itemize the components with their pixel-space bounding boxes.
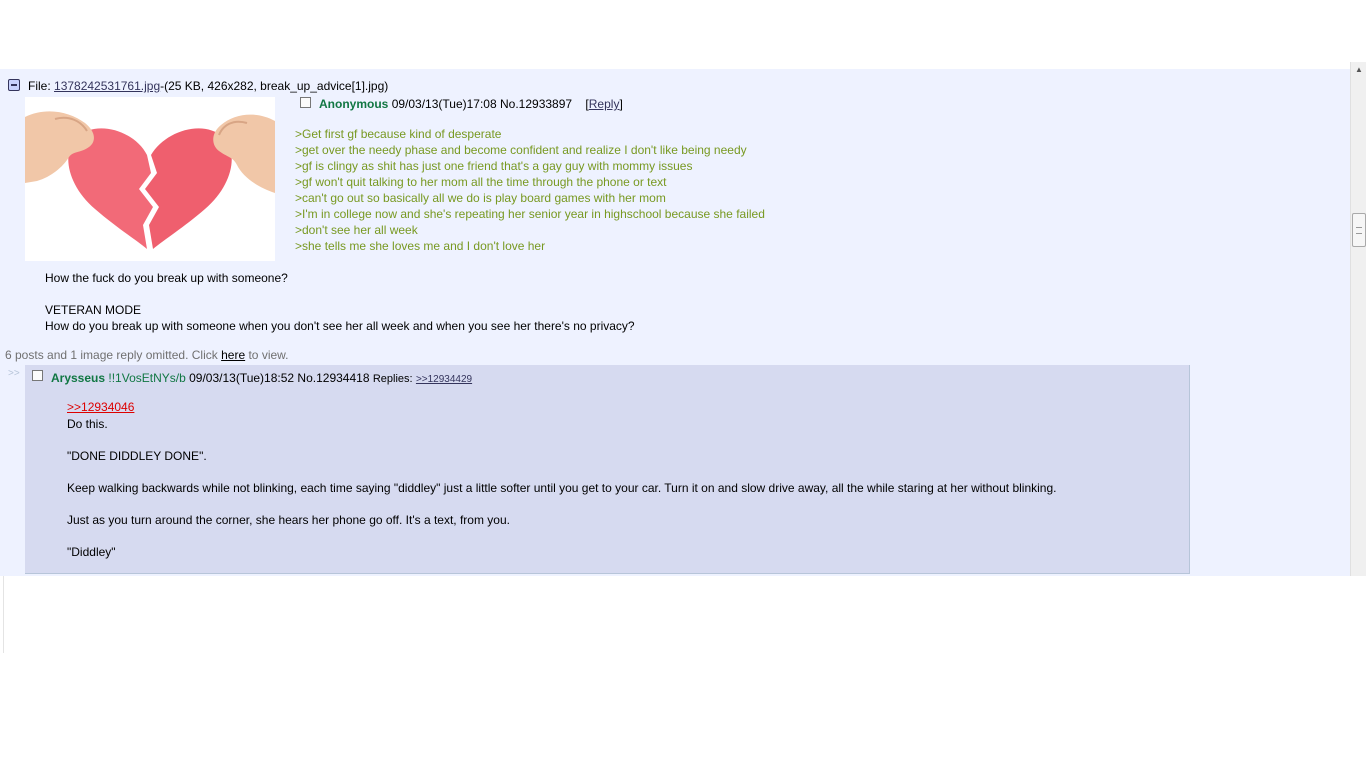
omitted-text-end: to view. xyxy=(245,348,289,362)
reply-post xyxy=(25,365,1190,574)
greentext-line: >get over the needy phase and become con… xyxy=(295,143,747,157)
reply-line: Keep walking backwards while not blinkin… xyxy=(67,481,1057,495)
reply-link[interactable]: Reply xyxy=(589,97,620,111)
backlink[interactable]: >>12934429 xyxy=(416,374,472,385)
reply-close-bracket: ] xyxy=(619,97,623,111)
greentext-line: >can't go out so basically all we do is … xyxy=(295,191,666,205)
file-label: File: xyxy=(28,79,55,93)
op-post-header: Anonymous 09/03/13(Tue)17:08 No.12933897… xyxy=(319,97,623,111)
expand-thread-link[interactable]: here xyxy=(221,348,245,362)
op-veteran-mode: VETERAN MODE xyxy=(45,303,142,317)
file-link[interactable]: 1378242531761.jpg xyxy=(54,79,160,93)
lower-blank-area xyxy=(3,576,1366,653)
omitted-posts-notice: 6 posts and 1 image reply omitted. Click… xyxy=(5,348,289,362)
post-datetime: 09/03/13(Tue)18:52 xyxy=(189,371,295,385)
reply-side-arrows: >> xyxy=(8,368,20,379)
op-question: How the fuck do you break up with someon… xyxy=(45,271,288,285)
reply-post-header: Arysseus !!1VosEtNYs/b 09/03/13(Tue)18:5… xyxy=(51,371,472,385)
quote-link[interactable]: >>12934046 xyxy=(67,400,134,414)
reply-line: "DONE DIDDLEY DONE". xyxy=(67,449,207,463)
tripcode: !!1VosEtNYs/b xyxy=(105,371,186,385)
broken-heart-thumbnail[interactable] xyxy=(25,97,275,261)
file-info: File: 1378242531761.jpg-(25 KB, 426x282,… xyxy=(28,79,388,93)
replies-label: Replies: xyxy=(372,373,413,385)
greentext-block: >Get first gf because kind of desperate … xyxy=(295,126,765,254)
greentext-line: >Get first gf because kind of desperate xyxy=(295,127,502,141)
reply-line: "Diddley" xyxy=(67,545,116,559)
greentext-line: >don't see her all week xyxy=(295,223,418,237)
scroll-up-arrow-icon[interactable]: ▲ xyxy=(1351,62,1366,78)
greentext-line: >I'm in college now and she's repeating … xyxy=(295,207,765,221)
poster-name: Anonymous xyxy=(319,97,389,111)
post-number[interactable]: No.12934418 xyxy=(297,371,369,385)
hide-thread-button[interactable] xyxy=(8,79,20,91)
broken-heart-image xyxy=(25,97,275,261)
reply-line: Just as you turn around the corner, she … xyxy=(67,513,510,527)
post-datetime: 09/03/13(Tue)17:08 xyxy=(391,97,497,111)
reply-select-checkbox[interactable] xyxy=(32,370,43,381)
post-number[interactable]: No.12933897 xyxy=(500,97,572,111)
op-select-checkbox[interactable] xyxy=(300,97,311,108)
op-question-2: How do you break up with someone when yo… xyxy=(45,319,635,333)
greentext-line: >gf won't quit talking to her mom all th… xyxy=(295,175,667,189)
greentext-line: >gf is clingy as shit has just one frien… xyxy=(295,159,693,173)
greentext-line: >she tells me she loves me and I don't l… xyxy=(295,239,546,253)
poster-name: Arysseus xyxy=(51,371,106,385)
reply-line: Do this. xyxy=(67,417,108,431)
omitted-text: 6 posts and 1 image reply omitted. Click xyxy=(5,348,222,362)
reply-link-wrapper: [Reply] xyxy=(585,97,622,111)
scrollbar-thumb[interactable] xyxy=(1352,213,1366,247)
file-meta: -(25 KB, 426x282, break_up_advice[1].jpg… xyxy=(160,79,389,93)
vertical-scrollbar[interactable]: ▲ xyxy=(1350,62,1366,576)
